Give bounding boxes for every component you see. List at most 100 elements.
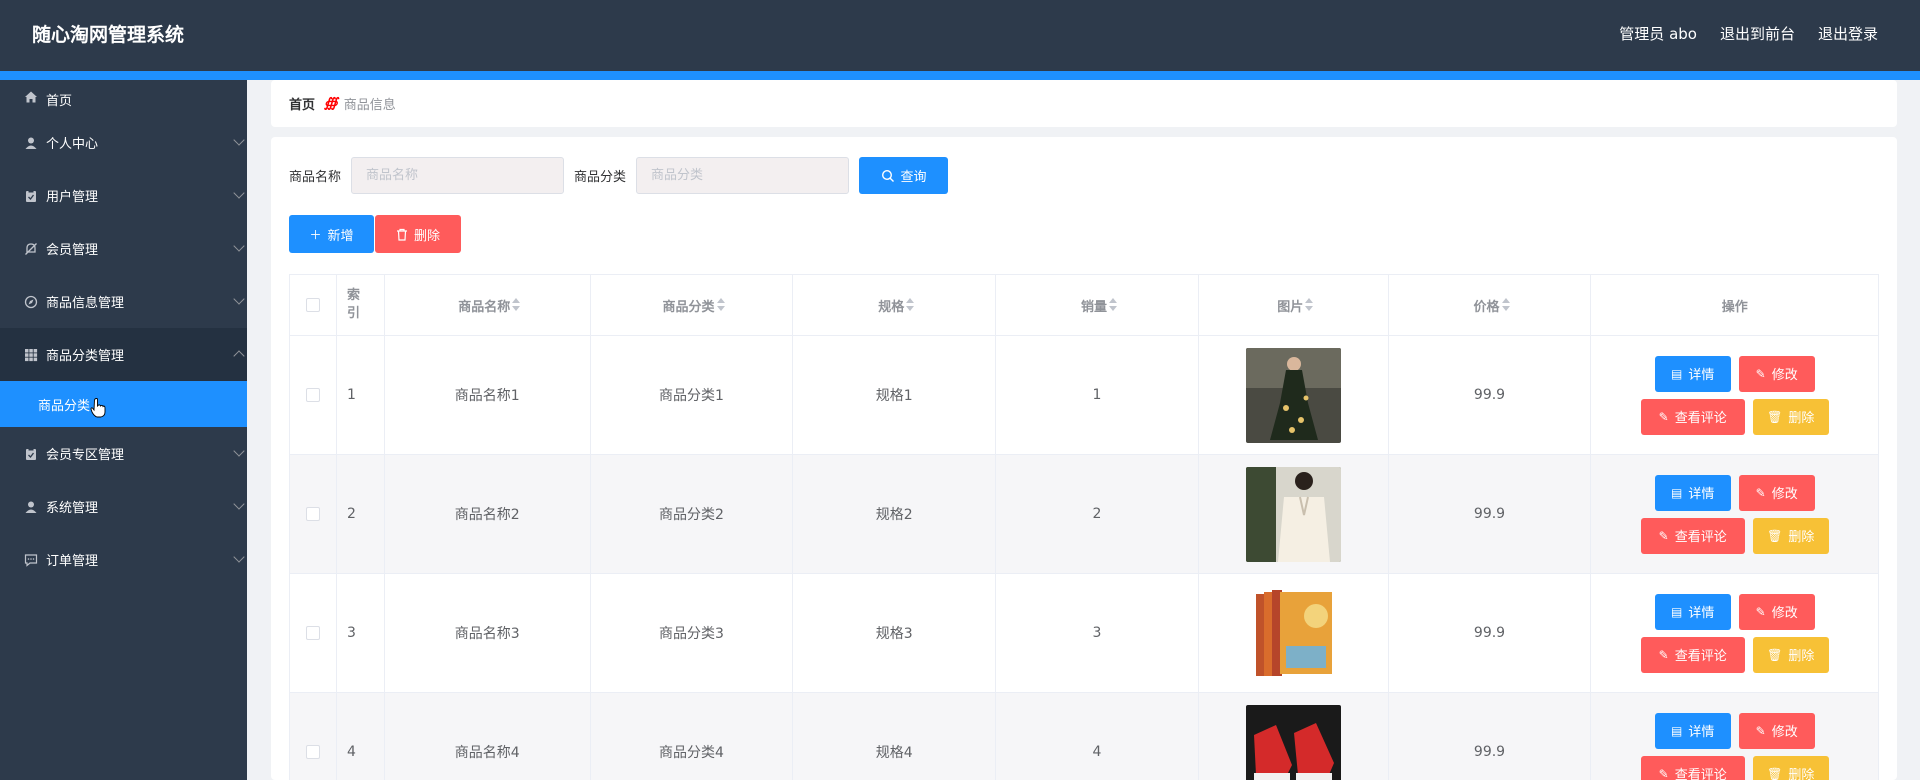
batch-delete-button[interactable]: 删除 bbox=[375, 215, 461, 253]
row-delete-button[interactable]: 🗑 删除 bbox=[1752, 398, 1829, 435]
price-cell: 99.9 bbox=[1389, 455, 1592, 573]
category-search-input[interactable]: 商品分类 bbox=[636, 157, 850, 194]
header-name[interactable]: 商品名称 bbox=[385, 275, 591, 335]
chevron-down-icon bbox=[233, 293, 245, 305]
spec-cell: 规格2 bbox=[793, 455, 997, 573]
sidebar-item-user-management[interactable]: 用户管理 bbox=[0, 169, 247, 222]
header-select-all[interactable] bbox=[290, 275, 337, 335]
detail-button[interactable]: ▤ 详情 bbox=[1654, 355, 1731, 392]
header-image[interactable]: 图片 bbox=[1199, 275, 1389, 335]
view-comments-button[interactable]: ✎ 查看评论 bbox=[1640, 398, 1745, 435]
sidebar-item-label: 订单管理 bbox=[46, 554, 99, 569]
sales-cell: 2 bbox=[996, 455, 1199, 573]
spec-cell: 规格1 bbox=[793, 336, 997, 454]
row-checkbox[interactable] bbox=[305, 507, 320, 521]
edit-button[interactable]: ✎ 修改 bbox=[1738, 355, 1815, 392]
row-delete-button[interactable]: 🗑 删除 bbox=[1752, 517, 1829, 554]
view-comments-button[interactable]: ✎ 查看评论 bbox=[1640, 636, 1745, 673]
name-cell: 商品名称3 bbox=[385, 574, 591, 692]
header-index: 索引 bbox=[337, 275, 385, 335]
sidebar-item-personal-center[interactable]: 个人中心 bbox=[0, 116, 247, 169]
category-cell: 商品分类3 bbox=[591, 574, 794, 692]
search-form: 商品名称 商品名称 商品分类 商品分类 查询 bbox=[289, 157, 949, 194]
view-comments-button[interactable]: ✎ 查看评论 bbox=[1640, 517, 1745, 554]
header-spec[interactable]: 规格 bbox=[793, 275, 997, 335]
row-select-cell[interactable] bbox=[290, 336, 337, 454]
sales-cell: 3 bbox=[996, 574, 1199, 692]
category-cell: 商品分类4 bbox=[591, 693, 794, 780]
sidebar-item-member-zone-management[interactable]: 会员专区管理 bbox=[0, 427, 247, 480]
clipboard-icon bbox=[26, 447, 36, 460]
chevron-down-icon bbox=[233, 134, 245, 146]
select-all-checkbox[interactable] bbox=[305, 298, 320, 312]
edit-button[interactable]: ✎ 修改 bbox=[1738, 712, 1815, 749]
pencil-icon: ✎ bbox=[1755, 604, 1766, 619]
header-ops-label: 操作 bbox=[1721, 299, 1748, 315]
breadcrumb-home[interactable]: 首页 bbox=[289, 94, 315, 113]
sidebar-item-system-management[interactable]: 系统管理 bbox=[0, 480, 247, 533]
row-select-cell[interactable] bbox=[290, 455, 337, 573]
sidebar: 首页 个人中心 用户管理 会员管理 商品信息管理 商品分类管理 商品分类 会员专… bbox=[0, 80, 247, 780]
detail-button-label: 详情 bbox=[1688, 725, 1715, 740]
add-button[interactable]: ＋ 新增 bbox=[289, 215, 374, 253]
pencil-icon: ✎ bbox=[1755, 485, 1766, 500]
ops-cell: ▤ 详情 ✎ 修改 ✎ 查看评论 🗑 删除 bbox=[1591, 693, 1878, 780]
pencil-icon: ✎ bbox=[1658, 766, 1669, 780]
sidebar-item-label: 商品信息管理 bbox=[46, 296, 125, 311]
table-header: 索引 商品名称 商品分类 规格 销量 图片 价格 操作 bbox=[290, 275, 1878, 336]
edit-button-label: 修改 bbox=[1771, 606, 1798, 621]
row-select-cell[interactable] bbox=[290, 574, 337, 692]
edit-button[interactable]: ✎ 修改 bbox=[1738, 474, 1815, 511]
name-search-input[interactable]: 商品名称 bbox=[351, 157, 565, 194]
pencil-icon: ✎ bbox=[1755, 366, 1766, 381]
row-checkbox[interactable] bbox=[305, 626, 320, 640]
row-delete-label: 删除 bbox=[1788, 411, 1815, 426]
document-icon: ▤ bbox=[1671, 366, 1683, 381]
sales-cell: 4 bbox=[996, 693, 1199, 780]
category-cell: 商品分类1 bbox=[591, 336, 794, 454]
header-price[interactable]: 价格 bbox=[1389, 275, 1592, 335]
name-label: 商品名称 bbox=[289, 170, 342, 185]
header-sales-label: 销量 bbox=[1080, 299, 1107, 315]
document-icon: ▤ bbox=[1671, 723, 1683, 738]
sidebar-item-home[interactable]: 首页 bbox=[0, 80, 247, 116]
detail-button-label: 详情 bbox=[1688, 606, 1715, 621]
delete-button-label: 删除 bbox=[413, 228, 440, 244]
header-spec-label: 规格 bbox=[878, 299, 905, 315]
sidebar-item-label: 首页 bbox=[46, 94, 73, 109]
detail-button[interactable]: ▤ 详情 bbox=[1654, 593, 1731, 630]
row-checkbox[interactable] bbox=[305, 388, 320, 402]
view-comments-button[interactable]: ✎ 查看评论 bbox=[1640, 755, 1745, 780]
query-button[interactable]: 查询 bbox=[859, 157, 949, 194]
header-sales[interactable]: 销量 bbox=[996, 275, 1199, 335]
sidebar-item-category-management[interactable]: 商品分类管理 bbox=[0, 328, 247, 381]
header-category[interactable]: 商品分类 bbox=[591, 275, 794, 335]
admin-user-link[interactable]: 管理员 abo bbox=[1619, 23, 1697, 44]
user-icon bbox=[25, 501, 37, 513]
app-title: 随心淘网管理系统 bbox=[32, 24, 185, 46]
header-category-label: 商品分类 bbox=[662, 299, 715, 315]
exit-to-front-link[interactable]: 退出到前台 bbox=[1720, 23, 1795, 44]
row-checkbox[interactable] bbox=[305, 745, 320, 759]
chevron-down-icon bbox=[233, 187, 245, 199]
sidebar-subitem-category[interactable]: 商品分类 bbox=[0, 381, 247, 427]
image-cell bbox=[1199, 574, 1389, 692]
edit-button[interactable]: ✎ 修改 bbox=[1738, 593, 1815, 630]
ops-cell: ▤ 详情 ✎ 修改 ✎ 查看评论 🗑 删除 bbox=[1591, 336, 1878, 454]
detail-button[interactable]: ▤ 详情 bbox=[1654, 474, 1731, 511]
detail-button[interactable]: ▤ 详情 bbox=[1654, 712, 1731, 749]
sidebar-subitem-label: 商品分类 bbox=[38, 398, 91, 414]
row-delete-button[interactable]: 🗑 删除 bbox=[1752, 755, 1829, 780]
sidebar-item-order-management[interactable]: 订单管理 bbox=[0, 533, 247, 586]
sidebar-item-product-info-management[interactable]: 商品信息管理 bbox=[0, 275, 247, 328]
pencil-icon: ✎ bbox=[1658, 409, 1669, 424]
view-comments-label: 查看评论 bbox=[1674, 530, 1727, 545]
header-price-label: 价格 bbox=[1473, 299, 1500, 315]
row-select-cell[interactable] bbox=[290, 693, 337, 780]
index-cell: 1 bbox=[337, 336, 385, 454]
index-cell: 3 bbox=[337, 574, 385, 692]
logout-link[interactable]: 退出登录 bbox=[1818, 23, 1878, 44]
accent-strip bbox=[0, 71, 1920, 80]
sidebar-item-member-management[interactable]: 会员管理 bbox=[0, 222, 247, 275]
row-delete-button[interactable]: 🗑 删除 bbox=[1752, 636, 1829, 673]
